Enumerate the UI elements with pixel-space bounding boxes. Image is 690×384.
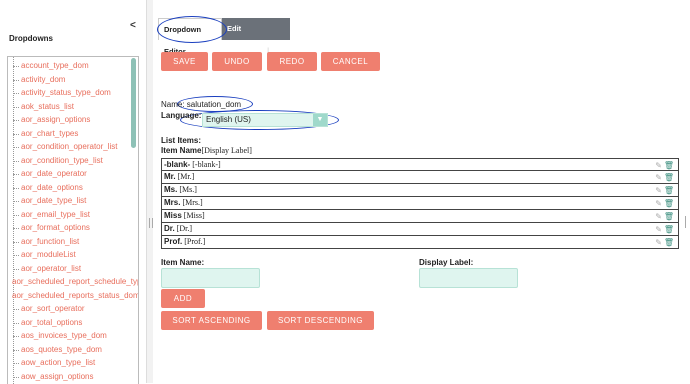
save-button[interactable]: SAVE bbox=[161, 52, 208, 71]
item-name: Miss bbox=[164, 211, 182, 220]
sidebar-item[interactable]: aor_date_operator bbox=[8, 167, 138, 181]
trash-icon[interactable]: 🗑 bbox=[664, 237, 674, 249]
name-label: Name: bbox=[161, 100, 185, 109]
sidebar-item[interactable]: aor_assign_options bbox=[8, 113, 138, 127]
sidebar-item[interactable]: aor_total_options bbox=[8, 316, 138, 330]
tab-dropdown-editor[interactable]: Dropdown Editor bbox=[158, 18, 222, 56]
display-label-header: [Display Label] bbox=[201, 146, 252, 155]
sort-ascending-button[interactable]: SORT ASCENDING bbox=[161, 311, 262, 330]
redo-button[interactable]: REDO bbox=[267, 52, 317, 71]
pencil-icon[interactable]: ✎ bbox=[655, 185, 662, 197]
dropdown-list: account_type_dom activity_dom activity_sta… bbox=[8, 59, 138, 384]
cancel-button[interactable]: CANCEL bbox=[321, 52, 380, 71]
list-item-row: Miss [Miss] ✎ 🗑 bbox=[161, 210, 679, 223]
tab-label: Edit Dropdown bbox=[227, 24, 265, 55]
sidebar-item[interactable]: aor_condition_operator_list bbox=[8, 140, 138, 154]
name-field-row: Name: salutation_dom bbox=[161, 100, 241, 109]
sidebar-item[interactable]: aor_function_list bbox=[8, 235, 138, 249]
dropdowns-panel: < Dropdowns account_type_dom activity_dom… bbox=[0, 0, 147, 384]
trash-icon[interactable]: 🗑 bbox=[664, 211, 674, 223]
item-name-label: Item Name: bbox=[161, 258, 205, 267]
list-item-row: Prof. [Prof.] ✎ 🗑 bbox=[161, 236, 679, 249]
sidebar-item[interactable]: aor_scheduled_reports_status_dom bbox=[8, 289, 138, 303]
item-display-label: [Prof.] bbox=[184, 237, 206, 246]
item-name: -blank- bbox=[164, 160, 191, 169]
sidebar-item[interactable]: aok_status_list bbox=[8, 100, 138, 114]
sidebar-item[interactable]: aor_date_options bbox=[8, 181, 138, 195]
undo-button[interactable]: UNDO bbox=[212, 52, 262, 71]
item-name: Prof. bbox=[164, 237, 183, 246]
trash-icon[interactable]: 🗑 bbox=[664, 224, 674, 236]
item-display-label: [Ms.] bbox=[179, 185, 197, 194]
sidebar-item[interactable]: aor_format_options bbox=[8, 221, 138, 235]
sidebar-item[interactable]: aor_sort_operator bbox=[8, 302, 138, 316]
item-name: Ms. bbox=[164, 185, 178, 194]
dropdown-tree: account_type_dom activity_dom activity_sta… bbox=[7, 56, 139, 384]
sidebar-item[interactable]: aow_action_type_list bbox=[8, 356, 138, 370]
collapse-panel-button[interactable]: < bbox=[130, 20, 136, 31]
sidebar-item[interactable]: aor_operator_list bbox=[8, 262, 138, 276]
item-name: Mrs. bbox=[164, 198, 181, 207]
sidebar-item[interactable]: aos_quotes_type_dom bbox=[8, 343, 138, 357]
item-name: Dr. bbox=[164, 224, 175, 233]
pencil-icon[interactable]: ✎ bbox=[655, 224, 662, 236]
list-item-row: Dr. [Dr.] ✎ 🗑 bbox=[161, 223, 679, 236]
list-items-table: -blank- [-blank-] ✎ 🗑 Mr. [Mr.] ✎ 🗑 Ms. [Ms.] ✎… bbox=[161, 158, 679, 249]
list-items-label: List Items: bbox=[161, 136, 202, 145]
trash-icon[interactable]: 🗑 bbox=[664, 185, 674, 197]
item-display-label: [Dr.] bbox=[176, 224, 192, 233]
item-display-label: [Mrs.] bbox=[182, 198, 203, 207]
list-item-row: Mrs. [Mrs.] ✎ 🗑 bbox=[161, 197, 679, 210]
list-item-row: Mr. [Mr.] ✎ 🗑 bbox=[161, 171, 679, 184]
item-display-label: [Miss] bbox=[183, 211, 205, 220]
pencil-icon[interactable]: ✎ bbox=[655, 172, 662, 184]
sidebar-item[interactable]: account_type_dom bbox=[8, 59, 138, 73]
sort-descending-button[interactable]: SORT DESCENDING bbox=[267, 311, 374, 330]
sidebar-item[interactable]: aor_email_type_list bbox=[8, 208, 138, 222]
sidebar-item[interactable]: activity_dom bbox=[8, 73, 138, 87]
list-item-row: -blank- [-blank-] ✎ 🗑 bbox=[161, 158, 679, 171]
list-header: Item Name[Display Label] bbox=[161, 146, 252, 155]
sidebar-item[interactable]: aor_chart_types bbox=[8, 127, 138, 141]
sidebar-item[interactable]: aor_scheduled_report_schedule_typ bbox=[8, 275, 138, 289]
sidebar-item[interactable]: aos_invoices_type_dom bbox=[8, 329, 138, 343]
display-label-input[interactable] bbox=[419, 268, 518, 288]
tree-scrollbar[interactable] bbox=[131, 58, 136, 148]
language-select[interactable]: English (US) ▼ bbox=[202, 113, 328, 127]
item-name: Mr. bbox=[164, 172, 176, 181]
item-display-label: [-blank-] bbox=[192, 160, 221, 169]
display-label-label: Display Label: bbox=[419, 258, 474, 267]
add-button[interactable]: ADD bbox=[161, 289, 205, 308]
language-value: English (US) bbox=[206, 115, 251, 124]
panel-title: Dropdowns bbox=[9, 34, 53, 43]
pencil-icon[interactable]: ✎ bbox=[655, 198, 662, 210]
sidebar-item[interactable]: aor_moduleList bbox=[8, 248, 138, 262]
tab-edit-dropdown[interactable]: Edit Dropdown | bbox=[222, 18, 290, 55]
list-item-row: Ms. [Ms.] ✎ 🗑 bbox=[161, 184, 679, 197]
trash-icon[interactable]: 🗑 bbox=[664, 198, 674, 210]
sidebar-item[interactable]: aow_assign_options bbox=[8, 370, 138, 384]
item-display-label: [Mr.] bbox=[177, 172, 195, 181]
chevron-down-icon[interactable]: ▼ bbox=[313, 114, 327, 126]
sidebar-item[interactable]: aor_date_type_list bbox=[8, 194, 138, 208]
sidebar-item[interactable]: aor_condition_type_list bbox=[8, 154, 138, 168]
item-name-header: Item Name bbox=[161, 146, 202, 155]
name-value[interactable]: salutation_dom bbox=[187, 100, 241, 109]
sidebar-item[interactable]: activity_status_type_dom bbox=[8, 86, 138, 100]
trash-icon[interactable]: 🗑 bbox=[664, 172, 674, 184]
language-label: Language: bbox=[161, 111, 202, 120]
pencil-icon[interactable]: ✎ bbox=[655, 211, 662, 223]
pencil-icon[interactable]: ✎ bbox=[655, 237, 662, 249]
item-name-input[interactable] bbox=[161, 268, 260, 288]
